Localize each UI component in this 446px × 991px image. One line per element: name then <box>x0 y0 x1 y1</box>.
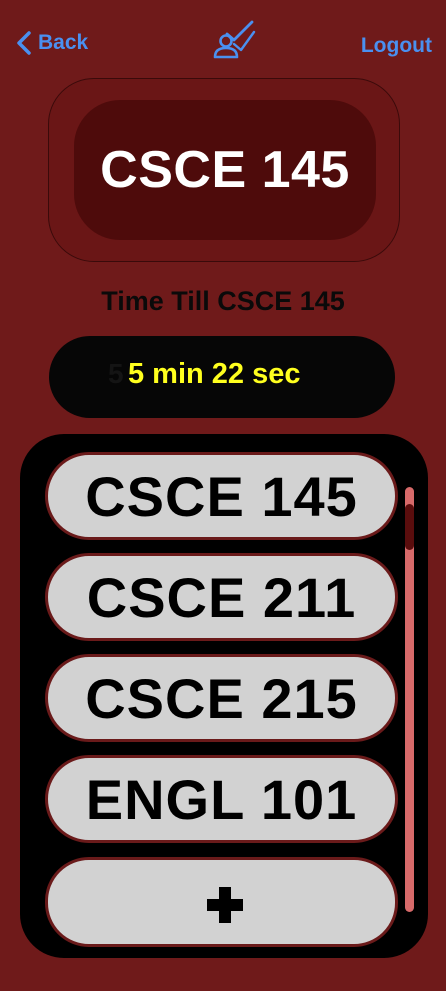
add-course-button[interactable] <box>45 857 398 947</box>
countdown-label: Time Till CSCE 145 <box>101 286 345 316</box>
current-class-card: CSCE 145 <box>74 100 376 240</box>
course-item-engl-101[interactable]: ENGL 101 <box>45 755 398 843</box>
logout-button[interactable]: Logout <box>361 34 432 58</box>
chevron-left-icon <box>17 31 31 55</box>
course-item-csce-215[interactable]: CSCE 215 <box>45 654 398 742</box>
countdown-value: 5 min 22 sec <box>128 358 301 390</box>
course-item-csce-145[interactable]: CSCE 145 <box>45 452 398 540</box>
back-label: Back <box>38 31 89 54</box>
countdown-ghost-text: 5 <box>108 358 124 389</box>
plus-icon <box>207 887 243 923</box>
course-item-csce-211[interactable]: CSCE 211 <box>45 553 398 641</box>
scrollbar-track[interactable] <box>405 487 414 912</box>
current-class-title: CSCE 145 <box>100 141 350 199</box>
scrollbar-thumb[interactable] <box>405 504 414 550</box>
user-checkmark-icon <box>213 20 256 59</box>
back-button[interactable]: Back <box>14 30 88 56</box>
